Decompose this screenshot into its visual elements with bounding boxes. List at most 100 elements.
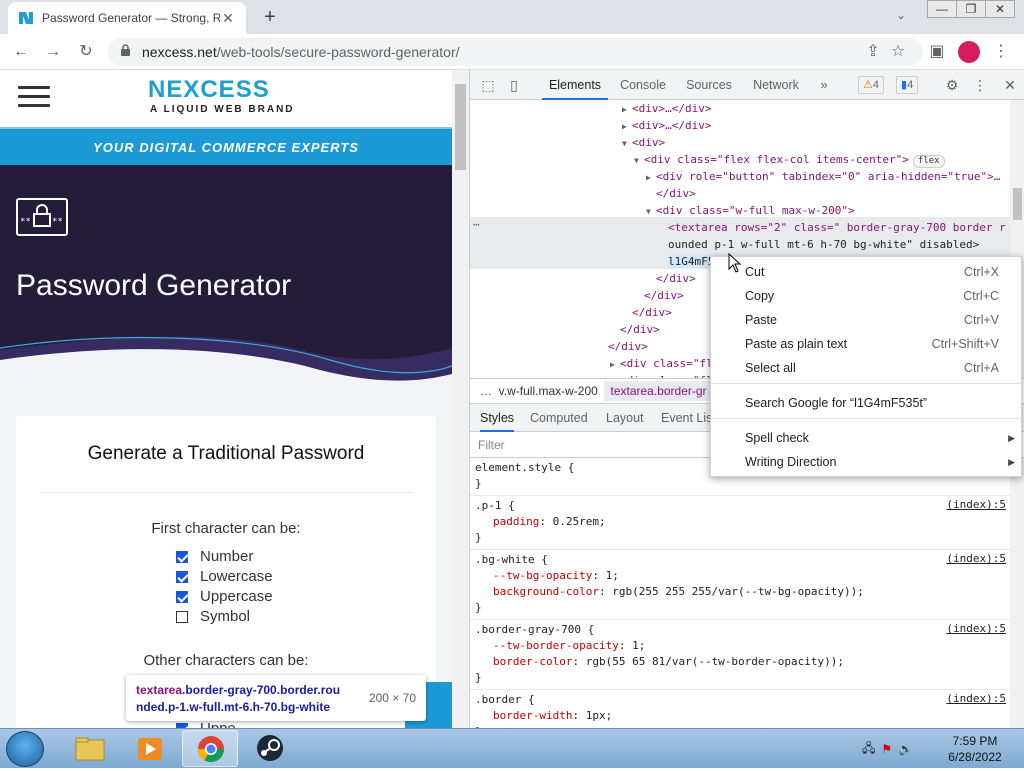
node-ellipsis-icon[interactable]: ⋯ [473,218,480,231]
checkbox-lowercase[interactable] [176,570,188,583]
checkbox-symbol[interactable] [176,610,188,623]
bookmark-star-icon[interactable]: ☆ [887,41,909,63]
explorer-taskbar-button[interactable] [62,730,118,767]
devtools-menu-icon[interactable]: ⋮ [972,77,988,93]
dom-node-line[interactable]: ▼ <div class="flex flex-col items-center"… [634,151,945,168]
context-menu-item[interactable]: Paste as plain text Ctrl+Shift+V [711,332,1021,356]
expand-triangle-icon[interactable]: ▶ [622,101,632,118]
context-menu-item[interactable]: Spell check ▶ [711,426,1021,450]
dom-node-line[interactable]: </div> [598,338,648,355]
system-clock[interactable]: 7:59 PM 6/28/2022 [940,733,1010,765]
css-source-link[interactable]: (index):5 [946,692,1006,705]
messages-badge[interactable]: ▮4 [896,76,919,94]
tab-computed[interactable]: Computed [530,404,588,432]
expand-triangle-icon[interactable]: ▶ [610,356,620,373]
action-center-icon[interactable]: ⚑ [881,742,892,756]
tab-console[interactable]: Console [614,70,672,100]
page-scroll-thumb[interactable] [455,84,466,170]
css-declaration[interactable]: --tw-bg-opacity: 1; [475,568,1004,584]
hamburger-menu-icon[interactable] [18,86,50,108]
expand-triangle-icon[interactable]: ▶ [646,169,656,186]
css-source-link[interactable]: (index):5 [946,498,1006,511]
media-player-taskbar-button[interactable] [122,730,178,767]
minimize-button[interactable]: — [927,0,957,18]
collapse-triangle-icon[interactable]: ▼ [646,203,656,220]
share-icon[interactable]: ⇪ [862,41,884,63]
context-menu-item[interactable]: Cut Ctrl+X [711,260,1021,284]
dom-node-line[interactable]: ▶ <div>…</div> [622,117,711,134]
warnings-badge[interactable]: ⚠4 [858,76,884,94]
chrome-taskbar-button[interactable] [182,730,238,767]
window-close-button[interactable]: ✕ [985,0,1015,18]
expand-triangle-icon[interactable]: ▶ [622,118,632,135]
tab-elements[interactable]: Elements [542,70,608,100]
reload-icon[interactable]: ↻ [75,41,97,63]
devtools-close-icon[interactable]: ✕ [1002,77,1018,93]
context-menu-item[interactable]: Select all Ctrl+A [711,356,1021,380]
inspect-element-icon[interactable]: ⬚ [480,77,496,93]
start-button[interactable] [6,731,44,767]
breadcrumb-item-selected[interactable]: textarea.border-gr [604,381,713,401]
browser-tab[interactable]: Password Generator — Strong, R ✕ [8,2,246,34]
dom-node-line[interactable]: </div> [634,287,684,304]
settings-gear-icon[interactable]: ⚙ [944,77,960,93]
flex-badge[interactable]: flex [912,155,945,168]
css-source-link[interactable]: (index):5 [946,622,1006,635]
option-lowercase[interactable]: Lowercase [176,568,273,585]
network-icon[interactable]: 🖧 [862,739,875,760]
forward-arrow-icon[interactable]: → [42,41,64,63]
chrome-menu-icon[interactable]: ⋮ [990,41,1012,63]
volume-icon[interactable]: 🔈 [898,742,913,756]
tab-close-icon[interactable]: ✕ [220,10,236,27]
tab-layout[interactable]: Layout [606,404,644,432]
dom-node-line[interactable]: ▼ <div class="w-full max-w-200"> [646,202,855,219]
context-menu-item[interactable]: Copy Ctrl+C [711,284,1021,308]
collapse-triangle-icon[interactable]: ▼ [622,135,632,152]
dom-node-line[interactable]: ▶ <div class="flex [610,355,726,372]
checkbox-number[interactable] [176,550,188,563]
address-bar[interactable]: nexcess.net/web-tools/secure-password-ge… [108,38,923,66]
styles-scrollbar[interactable] [1010,458,1024,728]
context-menu-item[interactable]: Paste Ctrl+V [711,308,1021,332]
dom-node-line[interactable]: </div> [646,270,696,287]
breadcrumb-more[interactable]: … [480,384,492,398]
dom-node-line[interactable]: <textarea rows="2" class=" border-gray-7… [658,219,1006,236]
option-uppercase-partial[interactable]: Uppe [176,720,236,728]
css-rule[interactable]: .p-1 {(index):5 padding: 0.25rem;} [470,496,1010,550]
nexcess-logo[interactable]: NEXCESS A LIQUID WEB BRAND [148,76,308,124]
tab-search-chevron-icon[interactable]: ⌄ [896,8,906,22]
profile-avatar[interactable] [958,41,980,63]
dom-scroll-thumb[interactable] [1013,188,1022,220]
new-tab-button[interactable]: + [258,5,282,29]
context-menu-item[interactable]: Search Google for “l1G4mF535t” [711,391,1021,415]
option-uppercase[interactable]: Uppercase [176,588,273,605]
restore-button[interactable]: ❐ [956,0,986,18]
css-rule[interactable]: .border-gray-700 {(index):5 --tw-border-o… [470,620,1010,690]
css-rule[interactable]: .bg-white {(index):5 --tw-bg-opacity: 1; b… [470,550,1010,620]
dom-node-line[interactable]: </div> [646,185,696,202]
option-number[interactable]: Number [176,548,253,565]
tab-event-listeners[interactable]: Event List [661,404,716,432]
css-declaration[interactable]: padding: 0.25rem; [475,514,1004,530]
tab-network[interactable]: Network [746,70,806,100]
back-arrow-icon[interactable]: ← [10,41,32,63]
option-symbol[interactable]: Symbol [176,608,250,625]
dom-node-line[interactable]: </div> [610,321,660,338]
context-menu-item[interactable]: Writing Direction ▶ [711,450,1021,474]
side-panel-icon[interactable]: ▣ [926,41,948,63]
dom-node-line[interactable]: ounded p-1 w-full mt-6 h-70 bg-white" di… [658,236,979,253]
css-declaration[interactable]: border-width: 1px; [475,708,1004,724]
more-tabs-button[interactable]: » [814,70,834,100]
breadcrumb-item[interactable]: v.w-full.max-w-200 [499,384,598,398]
css-declaration[interactable]: background-color: rgb(255 255 255/var(--… [475,584,1004,600]
css-declaration[interactable]: --tw-border-opacity: 1; [475,638,1004,654]
css-rule[interactable]: .border {(index):5border-width: 1px;} [470,690,1010,728]
css-declaration[interactable]: border-color: rgb(55 65 81/var(--tw-bord… [475,654,1004,670]
css-source-link[interactable]: (index):5 [946,552,1006,565]
device-toolbar-icon[interactable]: ▯ [506,77,522,93]
tab-styles[interactable]: Styles [480,404,515,432]
dom-node-line[interactable]: ▶ <div role="button" tabindex="0" aria-hi… [646,168,1000,185]
steam-taskbar-button[interactable] [242,730,298,767]
page-scrollbar[interactable] [452,70,469,728]
checkbox-uppercase[interactable] [176,590,188,603]
